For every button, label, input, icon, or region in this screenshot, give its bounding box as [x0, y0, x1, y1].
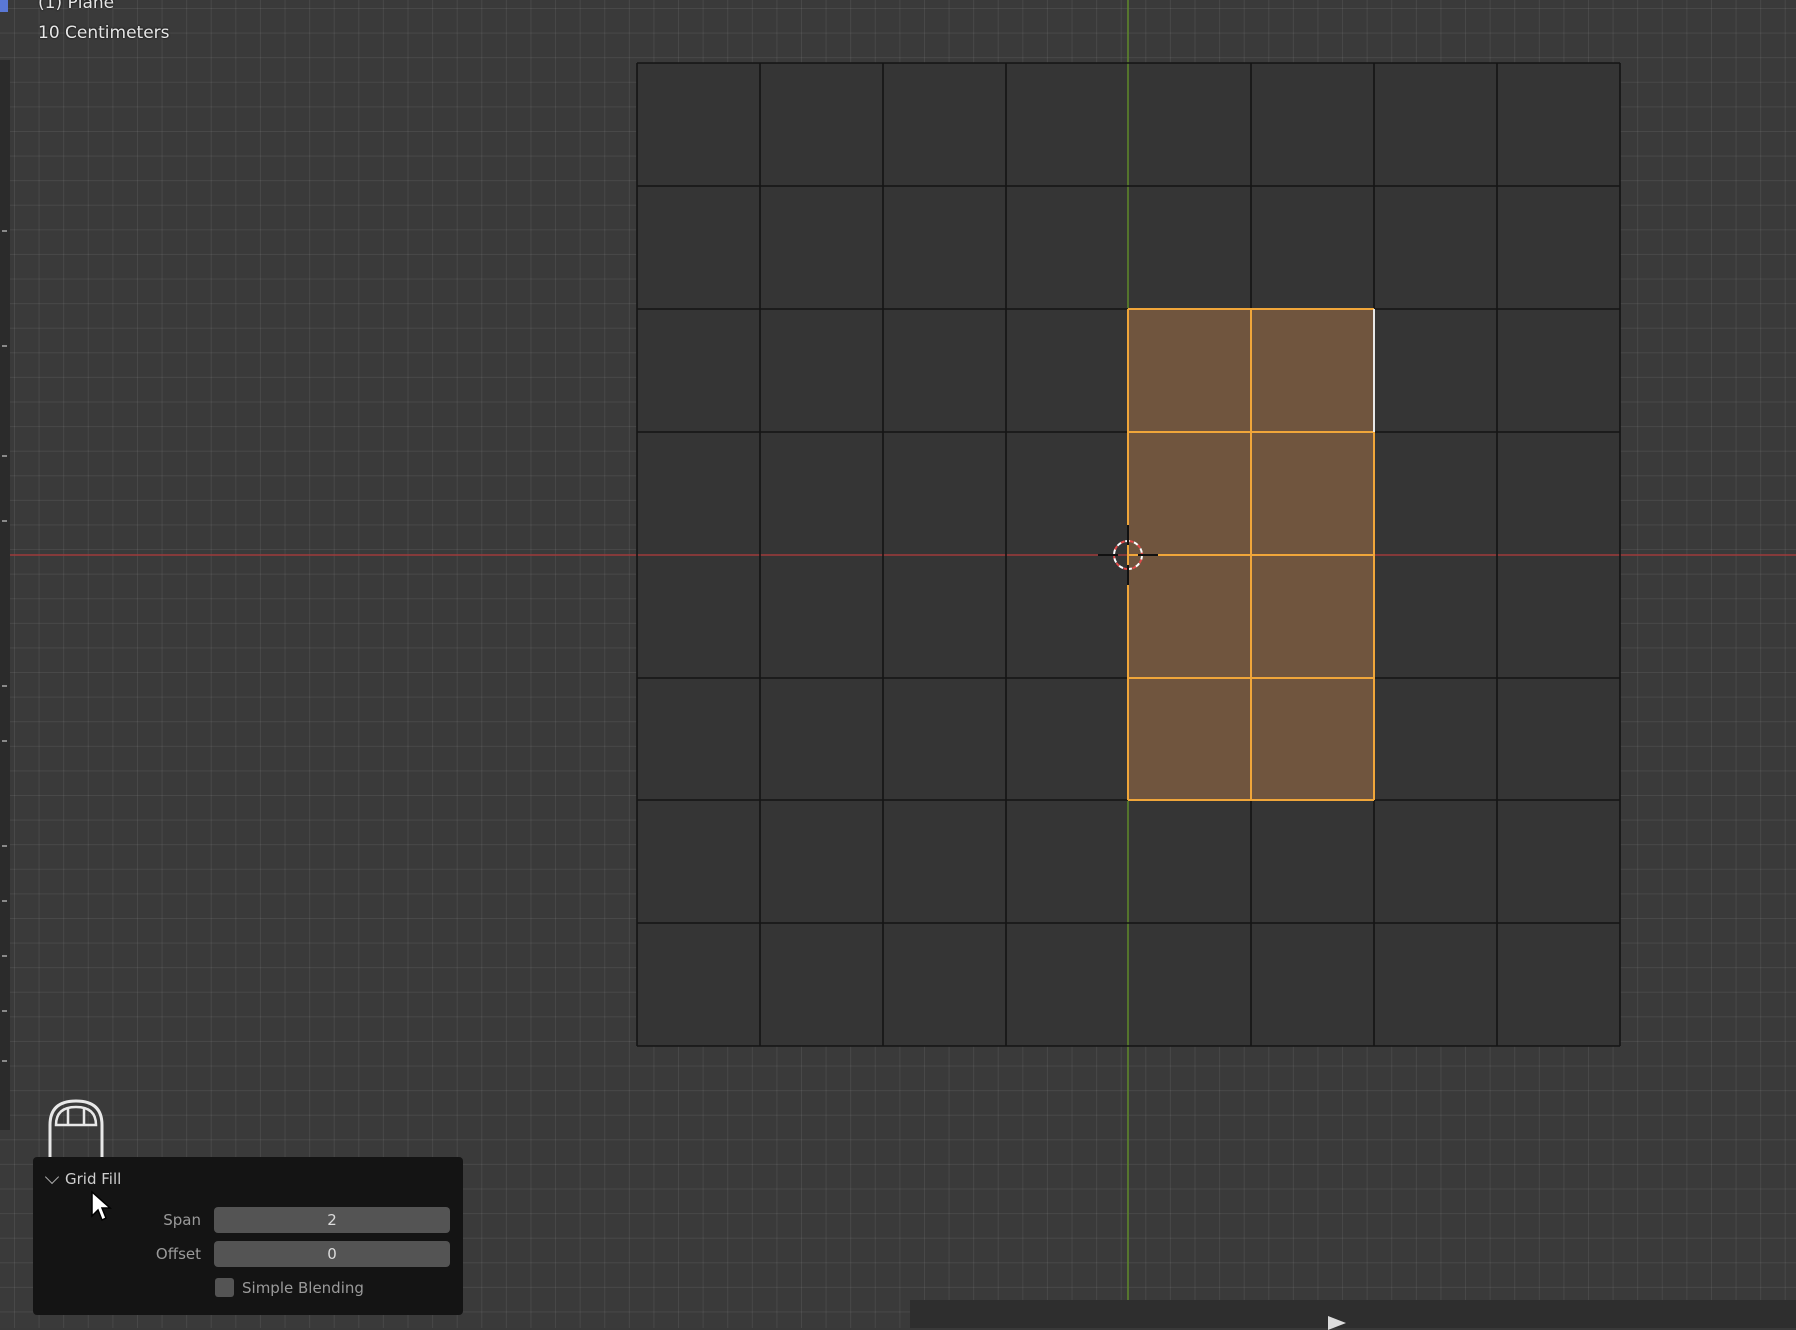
panel-title: Grid Fill: [65, 1170, 122, 1188]
simple-blending-checkbox[interactable]: [215, 1278, 234, 1297]
scene-drawing: [10, 0, 1796, 1300]
simple-blending-row[interactable]: Simple Blending: [215, 1278, 364, 1297]
simple-blending-label: Simple Blending: [242, 1278, 364, 1297]
span-field[interactable]: 2: [214, 1207, 450, 1233]
timeline-strip[interactable]: [910, 1300, 1796, 1330]
3d-viewport[interactable]: (1) Plane 10 Centimeters Grid Fill Span …: [0, 0, 1796, 1330]
offset-label: Offset: [155, 1245, 201, 1263]
chevron-down-icon: [44, 1169, 60, 1184]
offset-row: Offset 0: [33, 1241, 450, 1267]
object-name-text: (1) Plane: [38, 0, 115, 13]
offset-field[interactable]: 0: [214, 1241, 450, 1267]
grid-fill-operator-panel[interactable]: Grid Fill Span 2 Offset 0 Simple Blendin…: [33, 1157, 463, 1315]
span-label: Span: [163, 1211, 201, 1229]
grid-scale-text: 10 Centimeters: [38, 23, 170, 43]
pointer-cursor-icon: [91, 1190, 112, 1222]
panel-header[interactable]: Grid Fill: [43, 1167, 121, 1191]
viewport-info-overlay: (1) Plane 10 Centimeters: [38, 0, 170, 48]
mouse-icon: [48, 1099, 104, 1163]
